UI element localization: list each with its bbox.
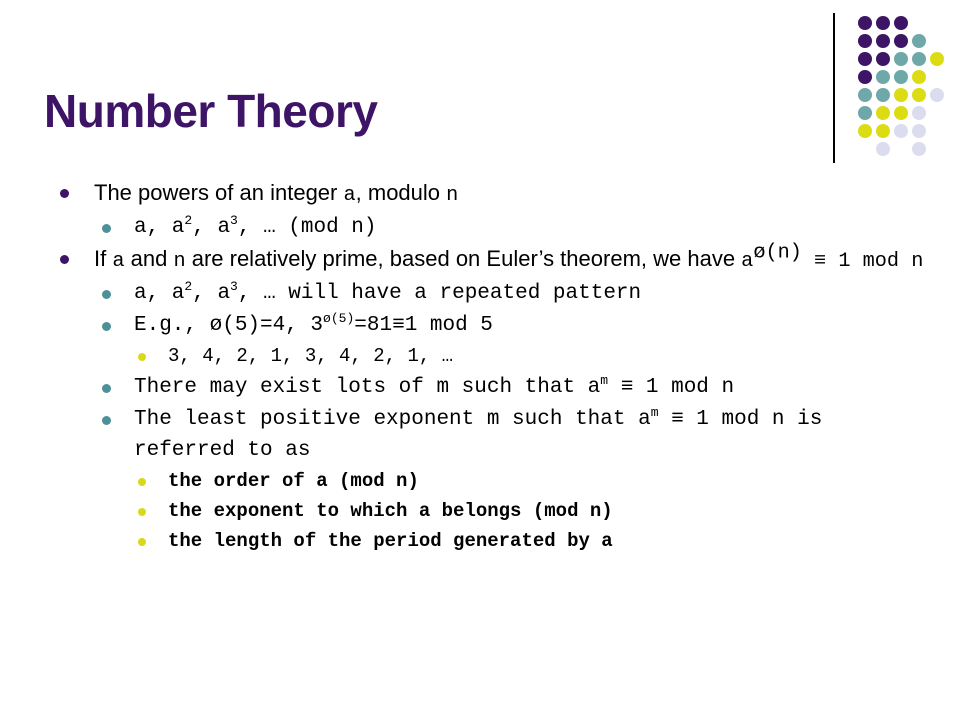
decoration-dot — [894, 106, 908, 120]
decoration-dot — [930, 52, 944, 66]
decoration-dot — [912, 142, 926, 156]
list-item: a, a2, a3, … (mod n) — [44, 212, 924, 243]
list-item-label: E.g., ø(5)=4, 3ø(5)=81≡1 mod 5 — [134, 311, 493, 337]
decoration-dot — [858, 52, 872, 66]
decoration-dot — [876, 88, 890, 102]
bullet-level1-icon — [60, 189, 69, 198]
decoration-dot — [912, 52, 926, 66]
decoration-dot — [876, 52, 890, 66]
list-item: The powers of an integer a, modulo n — [44, 178, 924, 211]
bullet-level3-icon — [138, 538, 146, 546]
decoration-dot — [858, 16, 872, 30]
list-item: There may exist lots of m such that am ≡… — [44, 372, 924, 403]
decoration-dot — [858, 106, 872, 120]
decoration-dot — [858, 124, 872, 138]
decoration-dot — [912, 70, 926, 84]
list-item-label: 3, 4, 2, 1, 3, 4, 2, 1, … — [168, 345, 454, 367]
decoration-dot — [912, 106, 926, 120]
bullet-level2-icon — [102, 290, 111, 299]
decoration-dot — [876, 124, 890, 138]
list-item-label: the length of the period generated by a — [168, 530, 613, 552]
list-item: 3, 4, 2, 1, 3, 4, 2, 1, … — [44, 342, 924, 371]
bullet-level2-icon — [102, 322, 111, 331]
decoration-dot — [894, 124, 908, 138]
list-item-label: a, a2, a3, … (mod n) — [134, 213, 377, 239]
list-item-label: The least positive exponent m such that … — [134, 405, 823, 462]
list-item-label: a, a2, a3, … will have a repeated patter… — [134, 279, 642, 305]
decoration-dot — [876, 106, 890, 120]
decoration-dot — [912, 88, 926, 102]
decoration-dot — [894, 34, 908, 48]
list-item-label: the exponent to which a belongs (mod n) — [168, 500, 613, 522]
bullet-level3-icon — [138, 353, 146, 361]
list-item: the length of the period generated by a — [44, 527, 924, 556]
bullet-level2-icon — [102, 416, 111, 425]
slide-body: The powers of an integer a, modulo n a, … — [44, 178, 924, 557]
list-item: a, a2, a3, … will have a repeated patter… — [44, 278, 924, 309]
decoration-dot — [912, 34, 926, 48]
list-item: The least positive exponent m such that … — [44, 404, 924, 466]
bullet-level3-icon — [138, 478, 146, 486]
bullet-level1-icon — [60, 255, 69, 264]
list-item: E.g., ø(5)=4, 3ø(5)=81≡1 mod 5 — [44, 310, 924, 341]
decoration-dot — [876, 34, 890, 48]
decoration-dot — [858, 88, 872, 102]
list-item-label: There may exist lots of m such that am ≡… — [134, 373, 735, 399]
decoration-dot — [876, 16, 890, 30]
corner-decoration — [820, 0, 960, 180]
bullet-level3-icon — [138, 508, 146, 516]
bullet-level2-icon — [102, 224, 111, 233]
bullet-level2-icon — [102, 384, 111, 393]
list-item-label: the order of a (mod n) — [168, 470, 419, 492]
page-title: Number Theory — [44, 85, 378, 137]
decoration-dot — [894, 52, 908, 66]
decoration-dot — [858, 34, 872, 48]
slide-canvas: Number Theory The powers of an integer a… — [0, 0, 960, 720]
decoration-dot — [894, 16, 908, 30]
decoration-dot — [930, 88, 944, 102]
decoration-dot — [876, 142, 890, 156]
list-item: the order of a (mod n) — [44, 467, 924, 496]
decoration-dot — [858, 70, 872, 84]
list-item-label: If a and n are relatively prime, based o… — [94, 241, 924, 273]
vertical-rule — [833, 13, 835, 163]
decoration-dot — [876, 70, 890, 84]
decoration-dot — [912, 124, 926, 138]
list-item: If a and n are relatively prime, based o… — [44, 241, 924, 277]
decoration-dot — [894, 88, 908, 102]
list-item: the exponent to which a belongs (mod n) — [44, 497, 924, 526]
decoration-dot — [894, 70, 908, 84]
list-item-label: The powers of an integer a, modulo n — [94, 180, 459, 207]
